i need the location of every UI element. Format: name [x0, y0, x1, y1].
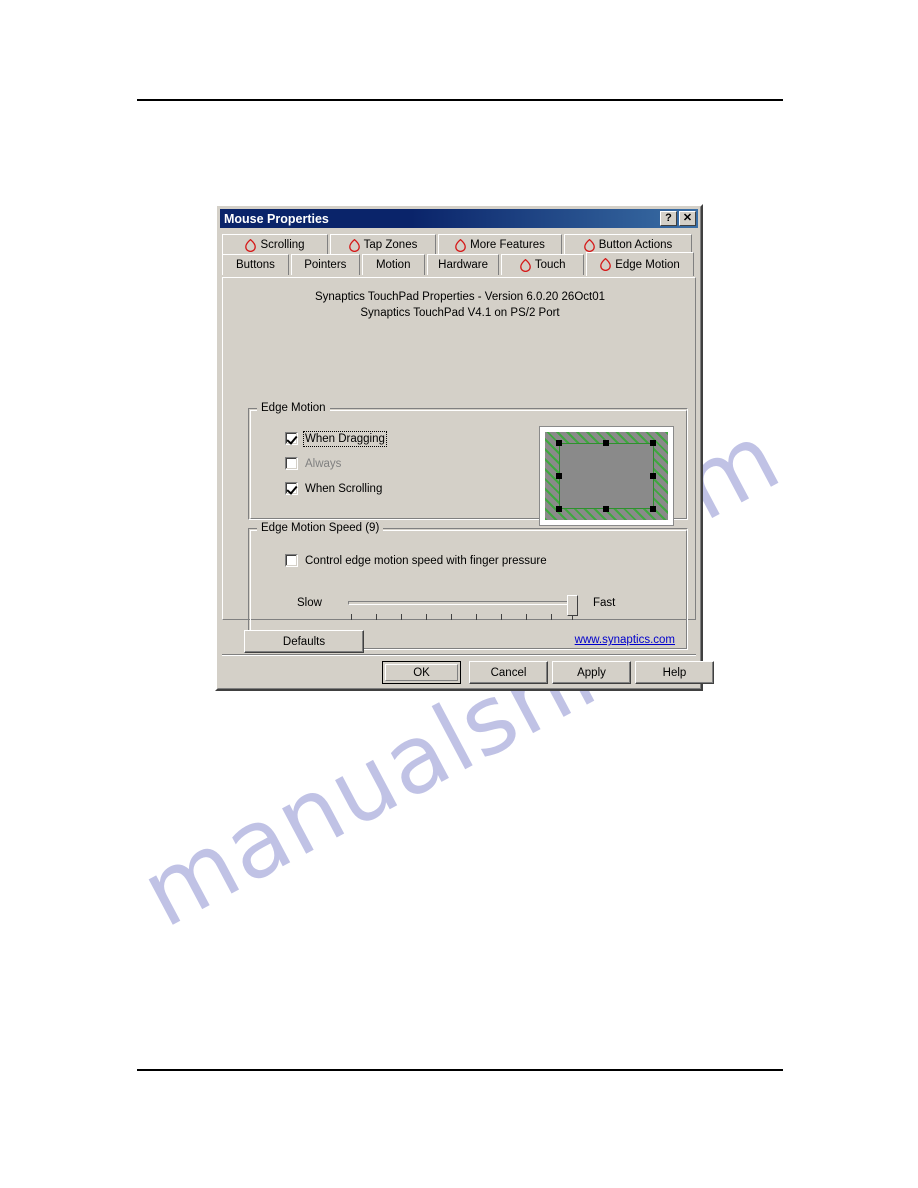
tab-label: Touch: [534, 259, 566, 271]
ok-button[interactable]: OK: [382, 661, 461, 684]
checkbox-when-scrolling[interactable]: When Scrolling: [285, 482, 382, 495]
resize-handle-top-left[interactable]: [556, 440, 562, 446]
tab-hardware[interactable]: Hardware: [426, 254, 500, 275]
synaptics-logo-icon: [348, 238, 360, 252]
footer-divider: [222, 654, 696, 656]
checkbox-box[interactable]: [285, 554, 298, 567]
synaptics-logo-icon: [600, 257, 612, 272]
resize-handle-top-center[interactable]: [603, 440, 609, 446]
apply-button-label: Apply: [577, 666, 606, 679]
checkbox-finger-pressure[interactable]: Control edge motion speed with finger pr…: [285, 554, 547, 567]
tab-label: Hardware: [438, 259, 489, 271]
help-button-label: Help: [662, 666, 687, 679]
synaptics-logo-icon: [583, 238, 595, 252]
edge-motion-groupbox: Edge Motion When Dragging Always When Sc…: [248, 402, 688, 526]
tab-label: Tap Zones: [363, 239, 418, 251]
checkbox-box[interactable]: [285, 457, 298, 470]
dialog-button-bar: OK Cancel Apply Help: [222, 661, 714, 687]
resize-handle-middle-right[interactable]: [650, 473, 656, 479]
tab-pointers[interactable]: Pointers: [290, 254, 360, 275]
tab-row-lower: Buttons Pointers Motion Hardware Touch E…: [222, 252, 696, 276]
cancel-button-label: Cancel: [490, 666, 527, 679]
tab-label: Scrolling: [260, 239, 305, 251]
checkbox-label: Always: [305, 457, 342, 470]
checkbox-always[interactable]: Always: [285, 457, 341, 470]
tab-touch[interactable]: Touch: [501, 254, 585, 275]
edge-motion-panel: Synaptics TouchPad Properties - Version …: [222, 277, 697, 650]
slider-track[interactable]: [348, 601, 575, 605]
ok-button-label: OK: [413, 666, 430, 679]
edge-motion-group-title: Edge Motion: [257, 402, 330, 414]
tab-more-features[interactable]: More Features: [438, 234, 562, 255]
close-icon: ✕: [682, 212, 693, 224]
speed-group-title: Edge Motion Speed (9): [257, 522, 384, 534]
tab-label: More Features: [470, 239, 545, 251]
tab-edge-motion[interactable]: Edge Motion: [586, 252, 694, 276]
slider-thumb[interactable]: [567, 595, 578, 616]
synaptics-logo-icon: [520, 258, 531, 272]
checkbox-box[interactable]: [285, 432, 298, 445]
tab-label: Edge Motion: [615, 258, 680, 271]
slider-ticks: [348, 614, 575, 621]
tab-tap-zones[interactable]: Tap Zones: [330, 234, 436, 255]
resize-handle-top-right[interactable]: [650, 440, 656, 446]
checkbox-box[interactable]: [285, 482, 298, 495]
checkbox-when-dragging[interactable]: When Dragging: [285, 430, 387, 447]
question-mark-icon: ?: [665, 212, 672, 224]
tab-strip: Scrolling Tap Zones More Features Button…: [222, 234, 696, 278]
apply-button[interactable]: Apply: [552, 661, 631, 684]
close-caption-button[interactable]: ✕: [679, 211, 696, 226]
version-line-1: Synaptics TouchPad Properties - Version …: [314, 291, 605, 303]
defaults-button[interactable]: Defaults: [244, 630, 364, 653]
tab-label: Motion: [375, 259, 411, 271]
dialog-title: Mouse Properties: [224, 211, 329, 226]
version-line-2: Synaptics TouchPad V4.1 on PS/2 Port: [360, 307, 560, 319]
tab-label: Button Actions: [598, 239, 673, 251]
tab-scrolling[interactable]: Scrolling: [222, 234, 328, 255]
touchpad-edge-preview[interactable]: [539, 426, 674, 526]
page-header-rule: [137, 99, 783, 101]
ok-button-inner: OK: [385, 664, 458, 681]
help-button[interactable]: Help: [635, 661, 714, 684]
touchpad-center-region: [559, 443, 654, 509]
version-info: Synaptics TouchPad Properties - Version …: [223, 289, 697, 321]
cancel-button[interactable]: Cancel: [469, 661, 548, 684]
resize-handle-bottom-center[interactable]: [603, 506, 609, 512]
checkbox-label: Control edge motion speed with finger pr…: [305, 554, 547, 567]
tab-label: Pointers: [304, 259, 347, 271]
synaptics-website-link[interactable]: www.synaptics.com: [575, 634, 675, 646]
checkbox-label: When Dragging: [303, 430, 387, 447]
resize-handle-middle-left[interactable]: [556, 473, 562, 479]
help-caption-button[interactable]: ?: [660, 211, 677, 226]
tab-motion[interactable]: Motion: [361, 254, 425, 275]
synaptics-logo-icon: [245, 238, 257, 252]
resize-handle-bottom-left[interactable]: [556, 506, 562, 512]
edge-motion-speed-groupbox: Edge Motion Speed (9) Control edge motio…: [248, 522, 689, 650]
slider-max-label: Fast: [593, 597, 616, 609]
checkbox-label: When Scrolling: [305, 482, 383, 495]
page-canvas: manualshive .com Mouse Properties ? ✕ Sc…: [0, 0, 918, 1188]
tab-buttons[interactable]: Buttons: [222, 254, 289, 275]
resize-handle-bottom-right[interactable]: [650, 506, 656, 512]
defaults-button-label: Defaults: [282, 635, 326, 648]
synaptics-logo-icon: [455, 238, 466, 252]
tab-label: Buttons: [235, 259, 275, 271]
page-footer-rule: [137, 1069, 783, 1071]
dialog-titlebar[interactable]: Mouse Properties ? ✕: [220, 209, 698, 228]
slider-min-label: Slow: [297, 597, 322, 609]
mouse-properties-dialog: Mouse Properties ? ✕ Scrolling Tap Zones…: [215, 204, 714, 691]
touchpad-edge-region: [545, 432, 668, 520]
edge-motion-speed-slider[interactable]: Slow Fast: [249, 587, 689, 632]
